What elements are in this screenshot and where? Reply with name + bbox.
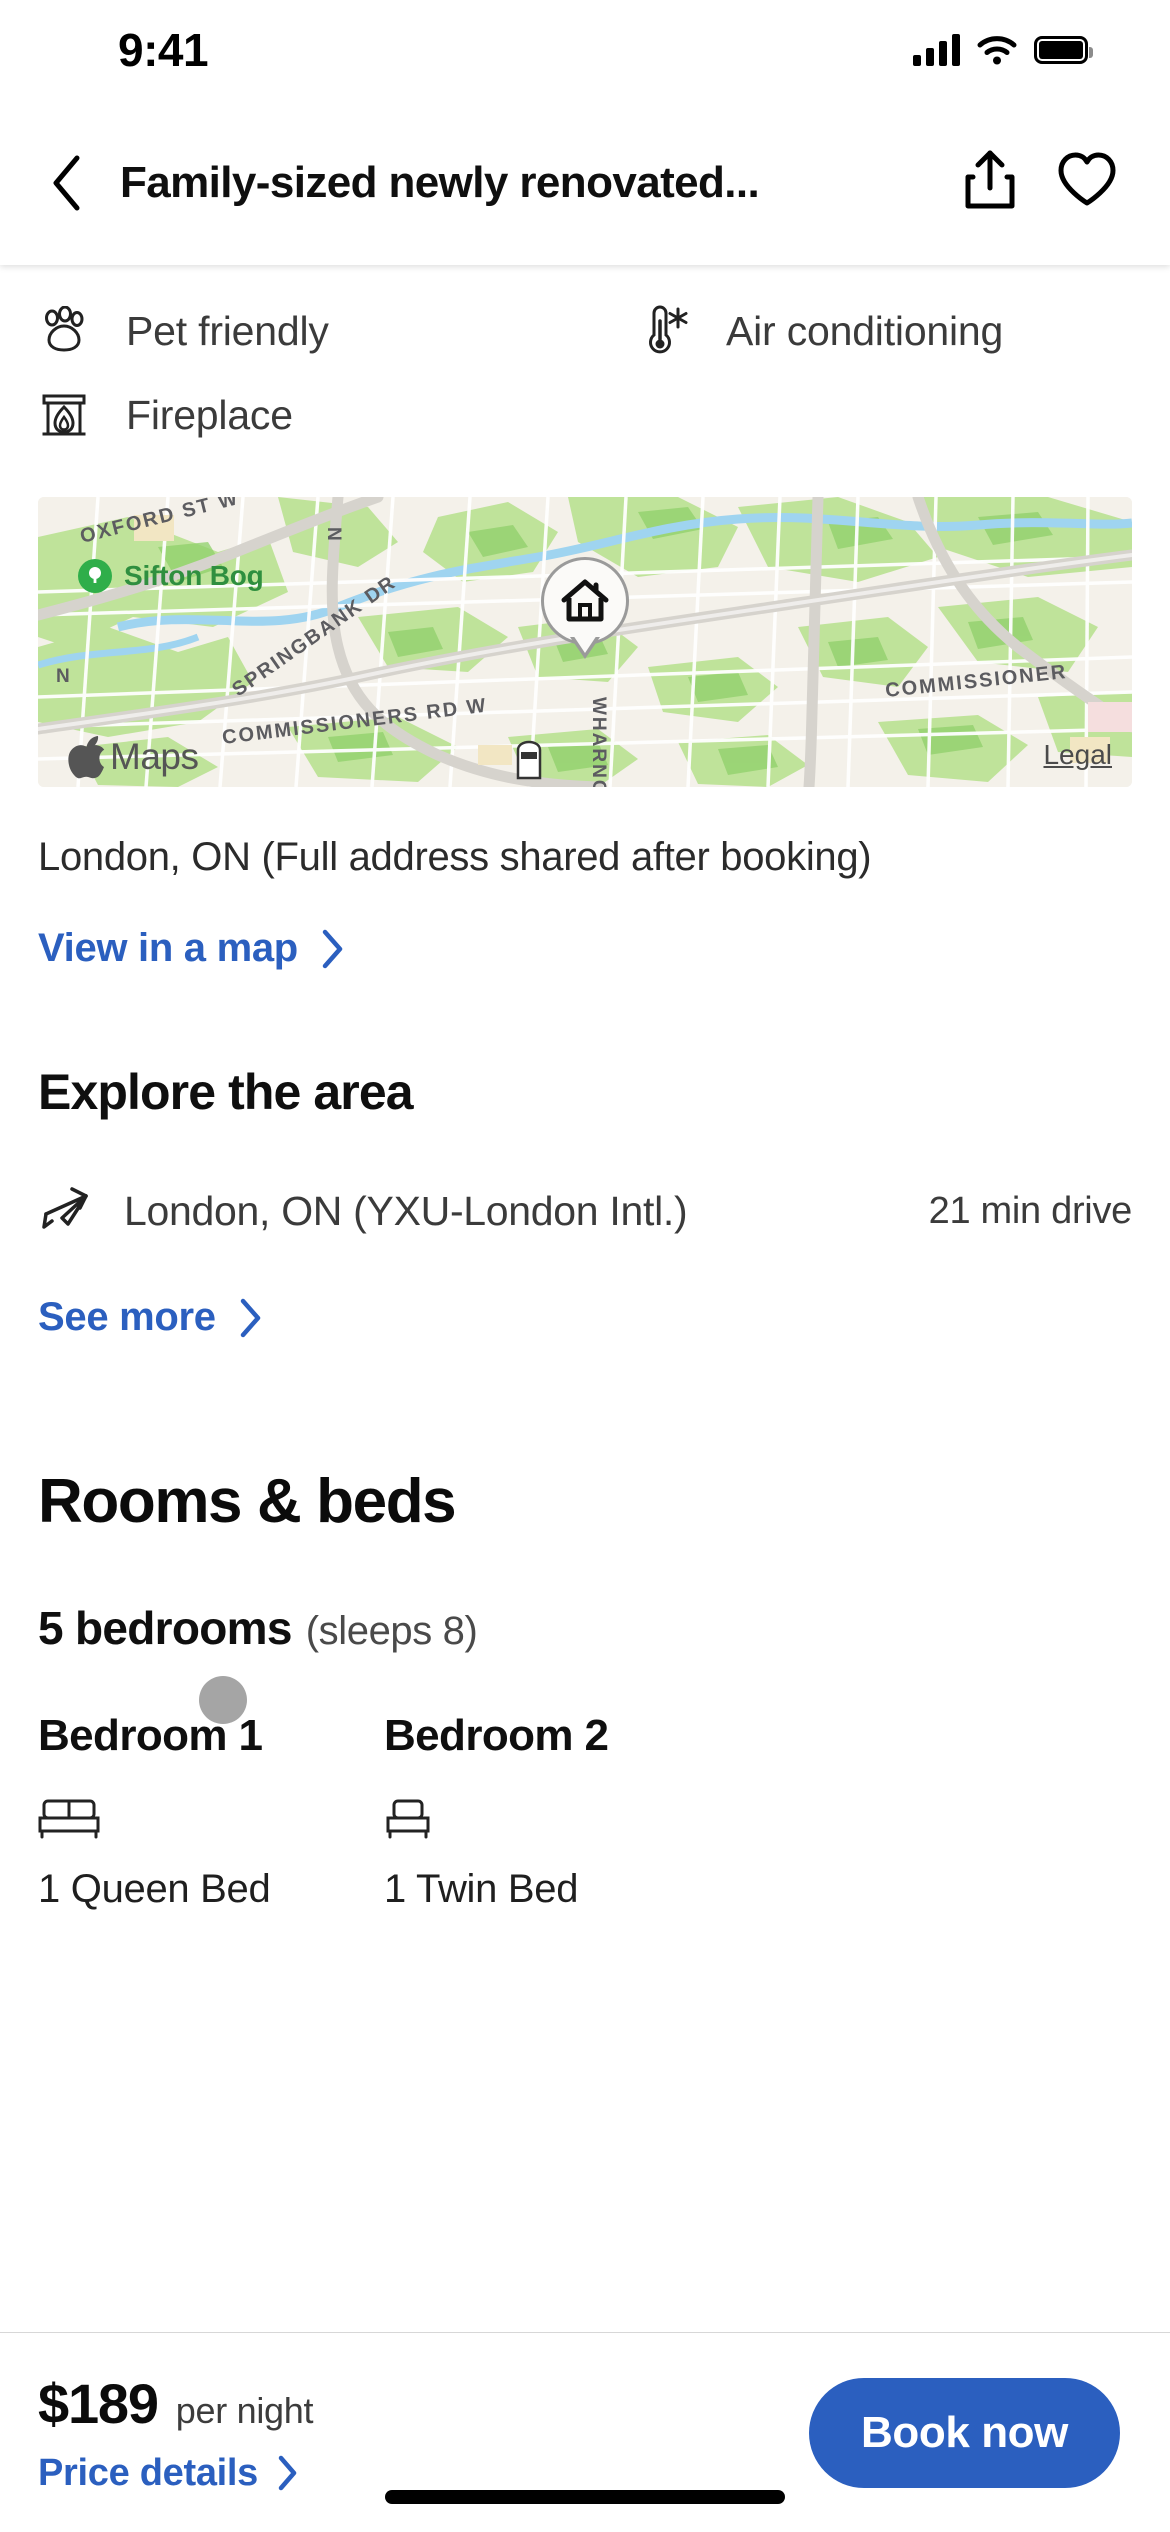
amenity-label: Pet friendly <box>126 307 329 354</box>
price-block: $189 per night Price details <box>38 2371 313 2495</box>
book-now-button[interactable]: Book now <box>808 2377 1120 2488</box>
amenities-section: Pet friendly Air conditioning Fireplace <box>0 265 1170 457</box>
amenities-row-1: Pet friendly Air conditioning <box>0 289 1170 373</box>
page-title: Family-sized newly renovated... <box>120 157 760 207</box>
see-more-label: See more <box>38 1295 216 1339</box>
address-text: London, ON (Full address shared after bo… <box>38 835 872 879</box>
rooms-heading: Rooms & beds <box>38 1467 457 1536</box>
map-poi-sifton-bog: Sifton Bog <box>78 559 264 593</box>
share-button[interactable] <box>962 148 1018 217</box>
fireplace-icon <box>38 389 90 441</box>
chevron-left-icon <box>53 155 80 210</box>
double-bed-icon <box>38 1787 362 1845</box>
chevron-right-icon <box>278 2455 297 2491</box>
thermometer-snowflake-icon <box>638 305 690 357</box>
view-in-map-link[interactable]: View in a map <box>38 926 346 971</box>
amenity-air-conditioning: Air conditioning <box>600 289 1160 373</box>
bedroom-beds: 1 Queen Bed <box>38 1867 271 1911</box>
battery-full-icon <box>1034 36 1093 64</box>
explore-heading: Explore the area <box>38 1064 414 1120</box>
see-more-link[interactable]: See more <box>38 1295 264 1340</box>
view-in-map-label: View in a map <box>38 926 298 970</box>
airplane-icon <box>38 1183 102 1239</box>
bedrooms-grid: Bedroom 1 1 Queen Bed Bedroom 2 1 Twin B… <box>0 1711 1170 1912</box>
map-provider-label: Maps <box>110 736 199 777</box>
bedroom-title: Bedroom 1 <box>38 1711 263 1760</box>
bedroom-card-1: Bedroom 1 1 Queen Bed <box>0 1711 362 1912</box>
explore-item-name: London, ON (YXU-London Intl.) <box>124 1187 688 1234</box>
heart-outline-icon <box>1058 152 1116 206</box>
price-details-link[interactable]: Price details <box>38 2452 313 2495</box>
back-button[interactable] <box>20 152 116 214</box>
bedroom-title: Bedroom 2 <box>384 1711 609 1760</box>
cellular-signal-icon <box>913 34 960 66</box>
scroll-content[interactable]: Pet friendly Air conditioning Fireplace … <box>0 265 1170 2332</box>
map-poi-label: Sifton Bog <box>124 560 264 591</box>
bedroom-summary: 5 bedrooms (sleeps 8) <box>38 1601 1132 1655</box>
house-pin-icon[interactable] <box>541 557 629 659</box>
amenity-label: Air conditioning <box>726 307 1004 354</box>
wifi-icon <box>977 36 1017 65</box>
map-street-label: N <box>56 666 71 687</box>
home-indicator <box>385 2490 785 2504</box>
amenity-pet-friendly: Pet friendly <box>0 289 600 373</box>
chevron-right-icon <box>322 929 343 968</box>
amenities-row-2: Fireplace <box>0 373 1170 457</box>
navigation-bar: Family-sized newly renovated... <box>0 100 1170 265</box>
price-details-label: Price details <box>38 2451 258 2494</box>
phone-screen: 9:41 Family-sized newly renovated... Pet… <box>0 0 1170 2532</box>
map-attribution: Maps <box>68 735 199 779</box>
status-bar-time: 9:41 <box>118 24 209 76</box>
amenity-label: Fireplace <box>126 391 293 438</box>
highway-shield-icon <box>516 740 542 780</box>
explore-item-airport: London, ON (YXU-London Intl.) 21 min dri… <box>38 1175 1132 1247</box>
favorite-button[interactable] <box>1056 151 1118 214</box>
chevron-right-icon <box>240 1298 260 1337</box>
status-bar-indicators <box>913 34 1093 66</box>
map-street-label: N <box>323 527 344 542</box>
nav-actions <box>962 148 1118 217</box>
sleeps-count: (sleeps 8) <box>305 1609 478 1653</box>
bedroom-count: 5 bedrooms <box>38 1602 292 1654</box>
explore-item-distance: 21 min drive <box>928 1189 1133 1232</box>
map-street-label: WHARNCLIFFE RD S <box>588 697 609 787</box>
paw-print-icon <box>38 305 90 357</box>
share-icon <box>965 150 1015 209</box>
bedroom-beds: 1 Twin Bed <box>384 1867 579 1911</box>
map-legal-link[interactable]: Legal <box>1043 739 1112 771</box>
bedroom-card-2: Bedroom 2 1 Twin Bed <box>362 1711 724 1912</box>
park-tree-icon <box>78 559 112 593</box>
status-bar: 9:41 <box>0 0 1170 100</box>
single-bed-icon <box>384 1787 724 1845</box>
price-line: $189 per night <box>38 2371 313 2436</box>
apple-logo-icon <box>68 736 105 779</box>
location-map[interactable]: OXFORD ST W SPRINGBANK DR COMMISSIONERS … <box>38 497 1132 787</box>
price-unit: per night <box>175 2389 314 2431</box>
price-amount: $189 <box>38 2371 159 2435</box>
amenity-fireplace: Fireplace <box>0 373 600 457</box>
